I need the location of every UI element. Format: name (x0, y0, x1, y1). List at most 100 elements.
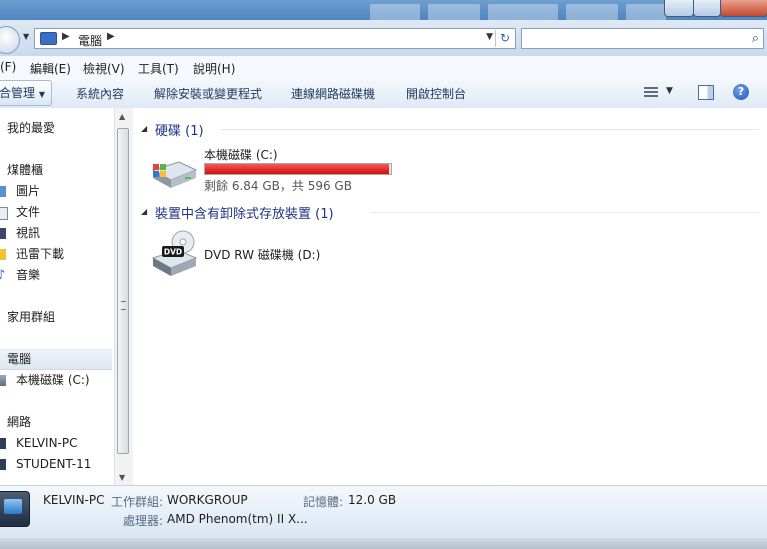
nav-item-libraries[interactable]: 煤體櫃 (0, 161, 112, 180)
nav-item-music[interactable]: ♪ 音樂 (0, 266, 112, 285)
documents-icon (0, 207, 8, 220)
menu-tools[interactable]: 工具(T) (138, 60, 179, 77)
nav-item-label: 視訊 (16, 226, 41, 240)
system-properties-button[interactable]: 系統內容 (76, 85, 124, 102)
nav-item-label: 我的最愛 (7, 121, 56, 135)
drive-icon (0, 375, 6, 386)
group-title: 裝置中含有卸除式存放裝置 (1) (155, 207, 334, 222)
organize-button[interactable]: 合管理 ▼ (0, 80, 52, 106)
history-dropdown-icon[interactable]: ▼ (23, 32, 29, 41)
breadcrumb-computer[interactable]: 電腦 (78, 32, 102, 49)
nav-item-label: STUDENT-11 (16, 457, 92, 471)
command-bar: 合管理 ▼ 系統內容 解除安裝或變更程式 連線網路磁碟機 開啟控制台 ▼ ? (0, 78, 767, 109)
memory-value: 12.0 GB (348, 493, 397, 507)
group-divider (221, 129, 759, 130)
dvd-drive-icon: DVD (151, 230, 198, 276)
nav-item-videos[interactable]: 視訊 (0, 224, 112, 243)
taskbar-strip (0, 538, 767, 549)
folder-icon (0, 249, 6, 260)
nav-item-network[interactable]: 網路 (0, 413, 112, 432)
details-pane: KELVIN-PC 工作群組: WORKGROUP 記憶體: 12.0 GB 處… (0, 485, 767, 539)
drive-usage-fill (205, 164, 389, 174)
computer-name: KELVIN-PC (43, 493, 105, 507)
nav-item-documents[interactable]: 文件 (0, 203, 112, 222)
drive-free-space: 剩餘 6.84 GB，共 596 GB (204, 179, 352, 193)
drive-usage-bar (204, 163, 392, 175)
group-header-removable[interactable]: ◢ 裝置中含有卸除式存放裝置 (1) (139, 203, 759, 222)
chevron-down-icon: ▼ (38, 90, 45, 99)
view-options-icon[interactable] (644, 86, 658, 99)
computer-icon (0, 491, 30, 527)
refresh-icon[interactable]: ↻ (495, 30, 514, 47)
nav-item-student-11[interactable]: STUDENT-11 (0, 455, 112, 474)
nav-item-favorites[interactable]: 我的最愛 (0, 119, 112, 138)
scrollbar-thumb[interactable] (117, 128, 129, 454)
nav-item-thunder-downloads[interactable]: 迅雷下載 (0, 245, 112, 264)
search-input[interactable]: ⌕ (521, 28, 764, 49)
menu-file[interactable]: (F) (0, 60, 16, 74)
videos-icon (0, 228, 6, 239)
network-computer-icon (0, 438, 6, 449)
computer-icon (40, 32, 57, 45)
workgroup-value: WORKGROUP (167, 493, 248, 507)
drive-item-d[interactable]: DVD DVD RW 磁碟機 (D:) (149, 228, 409, 278)
help-icon[interactable]: ? (733, 84, 749, 100)
nav-item-label: 電腦 (7, 352, 32, 366)
search-icon[interactable]: ⌕ (752, 31, 759, 46)
back-button[interactable] (0, 26, 20, 54)
pictures-icon (0, 186, 6, 197)
nav-item-label: 本機磁碟 (C:) (16, 373, 90, 387)
nav-item-pictures[interactable]: 圖片 (0, 182, 112, 201)
drive-name: DVD RW 磁碟機 (D:) (204, 248, 321, 262)
navigation-scrollbar[interactable]: ▲ ▼ (114, 108, 133, 485)
breadcrumb-chevron-icon[interactable]: ▶ (107, 31, 115, 42)
address-bar[interactable]: ▶ 電腦 ▶ ▼ ↻ (34, 28, 516, 49)
menu-bar: (F) 編輯(E) 檢視(V) 工具(T) 說明(H) (0, 56, 767, 79)
nav-item-label: 家用群組 (7, 310, 56, 324)
uninstall-program-button[interactable]: 解除安裝或變更程式 (154, 85, 262, 102)
processor-label: 處理器: (123, 514, 164, 528)
dvd-badge-text: DVD (164, 248, 182, 257)
nav-item-computer[interactable]: 電腦 (0, 349, 112, 370)
drive-item-c[interactable]: 本機磁碟 (C:) 剩餘 6.84 GB，共 596 GB (149, 146, 409, 196)
map-network-drive-button[interactable]: 連線網路磁碟機 (291, 85, 375, 102)
group-title: 硬碟 (1) (155, 124, 204, 139)
processor-value: AMD Phenom(tm) II X... (167, 512, 308, 526)
address-row: ▼ ▶ 電腦 ▶ ▼ ↻ ⌕ (0, 20, 767, 56)
drive-name: 本機磁碟 (C:) (204, 148, 278, 162)
address-dropdown-icon[interactable]: ▼ (486, 32, 493, 42)
menu-view[interactable]: 檢視(V) (83, 60, 125, 77)
open-control-panel-button[interactable]: 開啟控制台 (406, 85, 466, 102)
maximize-button[interactable] (693, 0, 721, 17)
nav-item-kelvin-pc[interactable]: KELVIN-PC (0, 434, 112, 453)
collapse-triangle-icon[interactable]: ◢ (141, 207, 147, 216)
nav-item-local-disk-c[interactable]: 本機磁碟 (C:) (0, 371, 112, 390)
menu-edit[interactable]: 編輯(E) (30, 60, 71, 77)
hard-disk-icon (151, 161, 198, 188)
view-dropdown-icon[interactable]: ▼ (666, 86, 673, 96)
scroll-down-icon[interactable]: ▼ (119, 473, 125, 482)
network-computer-icon (0, 459, 6, 470)
grip-icon (121, 301, 126, 310)
nav-item-homegroup[interactable]: 家用群組 (0, 308, 112, 327)
nav-item-label: KELVIN-PC (16, 436, 78, 450)
minimize-button[interactable] (664, 0, 694, 17)
navigation-pane: 我的最愛 煤體櫃 圖片 文件 視訊 迅雷下載 ♪ 音樂 家用群組 電腦 本機磁碟… (0, 108, 116, 485)
nav-item-label: 圖片 (16, 184, 41, 198)
collapse-triangle-icon[interactable]: ◢ (141, 124, 147, 133)
nav-item-label: 網路 (7, 415, 32, 429)
content-pane: ◢ 硬碟 (1) 本機磁碟 (C:) 剩餘 6.84 GB，共 596 GB ◢… (133, 108, 767, 485)
menu-help[interactable]: 說明(H) (193, 60, 235, 77)
organize-label: 合管理 (0, 86, 36, 100)
preview-pane-icon[interactable] (698, 85, 714, 100)
group-divider (371, 212, 759, 213)
memory-label: 記憶體: (303, 495, 344, 509)
scroll-up-icon[interactable]: ▲ (119, 112, 125, 121)
nav-item-label: 迅雷下載 (16, 247, 65, 261)
nav-item-label: 音樂 (16, 268, 41, 282)
workgroup-label: 工作群組: (111, 495, 164, 509)
group-header-hard-disks[interactable]: ◢ 硬碟 (1) (139, 120, 759, 139)
close-button[interactable] (720, 0, 767, 17)
music-icon: ♪ (0, 268, 6, 283)
breadcrumb-chevron-icon[interactable]: ▶ (62, 31, 70, 42)
